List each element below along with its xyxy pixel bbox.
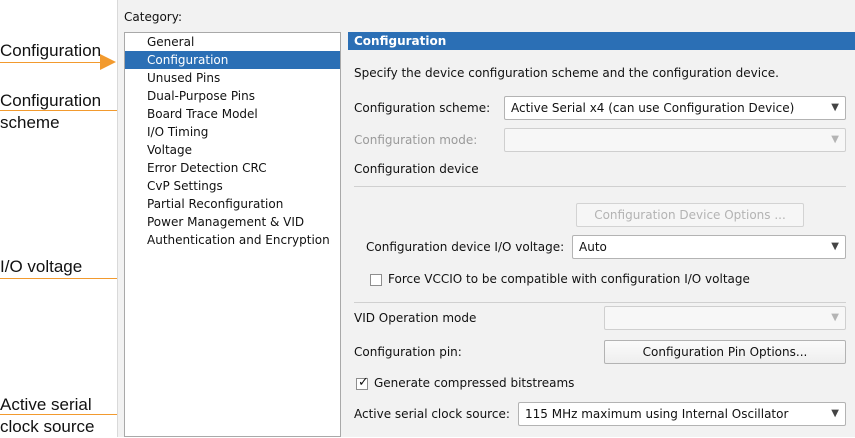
configuration-device-section-title: Configuration device (354, 162, 479, 176)
category-item-dual-purpose-pins[interactable]: Dual-Purpose Pins (125, 87, 340, 105)
divider (354, 302, 846, 303)
generate-compressed-bitstreams-label: Generate compressed bitstreams (374, 376, 575, 390)
chevron-down-icon: ▼ (831, 312, 839, 323)
category-item-general[interactable]: General (125, 33, 340, 51)
configuration-device-options-button[interactable]: Configuration Device Options ... (576, 203, 804, 227)
category-item-power-management-vid[interactable]: Power Management & VID (125, 213, 340, 231)
category-item-io-timing[interactable]: I/O Timing (125, 123, 340, 141)
io-voltage-select[interactable]: Auto ▼ (572, 235, 846, 259)
generate-compressed-bitstreams-checkbox[interactable]: ✓ (356, 375, 369, 390)
chevron-down-icon: ▼ (831, 408, 839, 419)
vid-operation-mode-row: VID Operation mode ▼ (354, 306, 846, 330)
vid-operation-mode-label: VID Operation mode (354, 311, 477, 325)
category-label: Category: (124, 10, 182, 24)
category-item-board-trace-model[interactable]: Board Trace Model (125, 105, 340, 123)
active-serial-clock-source-label: Active serial clock source: (354, 407, 510, 421)
active-serial-clock-source-select[interactable]: 115 MHz maximum using Internal Oscillato… (518, 402, 846, 426)
configuration-mode-select[interactable]: ▼ (504, 128, 846, 152)
category-item-error-detection-crc[interactable]: Error Detection CRC (125, 159, 340, 177)
checkmark-icon: ✓ (358, 375, 369, 390)
configuration-page: Configuration Specify the device configu… (348, 32, 855, 437)
force-vccio-checkbox[interactable] (370, 274, 382, 286)
configuration-scheme-row: Configuration scheme: Active Serial x4 (… (354, 96, 846, 120)
page-title: Configuration (348, 32, 855, 50)
configuration-device-group: Configuration Device Options ... Configu… (354, 186, 846, 298)
vid-operation-mode-select[interactable]: ▼ (604, 306, 846, 330)
force-vccio-label: Force VCCIO to be compatible with config… (388, 272, 750, 286)
active-serial-clock-source-value: 115 MHz maximum using Internal Oscillato… (525, 407, 789, 421)
category-item-voltage[interactable]: Voltage (125, 141, 340, 159)
configuration-scheme-value: Active Serial x4 (can use Configuration … (511, 101, 795, 115)
configuration-pin-row: Configuration pin: Configuration Pin Opt… (354, 340, 846, 364)
category-item-authentication-encryption[interactable]: Authentication and Encryption (125, 231, 340, 249)
configuration-mode-row: Configuration mode: ▼ (354, 128, 846, 152)
configuration-mode-label: Configuration mode: (354, 133, 478, 147)
configuration-pin-options-button[interactable]: Configuration Pin Options... (604, 340, 846, 364)
page-description: Specify the device configuration scheme … (354, 66, 779, 80)
chevron-down-icon: ▼ (831, 241, 839, 252)
chevron-down-icon: ▼ (831, 134, 839, 145)
configuration-scheme-label: Configuration scheme: (354, 101, 491, 115)
category-item-unused-pins[interactable]: Unused Pins (125, 69, 340, 87)
device-and-pin-options-dialog: Category: General Configuration Unused P… (117, 0, 855, 437)
category-item-configuration[interactable]: Configuration (125, 51, 340, 69)
io-voltage-value: Auto (579, 240, 607, 254)
callout-line (0, 62, 100, 63)
category-item-partial-reconfiguration[interactable]: Partial Reconfiguration (125, 195, 340, 213)
configuration-scheme-select[interactable]: Active Serial x4 (can use Configuration … (504, 96, 846, 120)
chevron-down-icon: ▼ (831, 102, 839, 113)
category-item-cvp-settings[interactable]: CvP Settings (125, 177, 340, 195)
screenshot: Configuration Configuration scheme I/O v… (0, 0, 855, 437)
arrow-right-icon (100, 54, 116, 70)
io-voltage-label: Configuration device I/O voltage: (366, 240, 565, 254)
io-voltage-row: Configuration device I/O voltage: Auto ▼ (366, 235, 846, 259)
configuration-pin-label: Configuration pin: (354, 345, 462, 359)
category-list[interactable]: General Configuration Unused Pins Dual-P… (124, 32, 341, 437)
active-serial-clock-source-row: Active serial clock source: 115 MHz maxi… (354, 402, 846, 426)
